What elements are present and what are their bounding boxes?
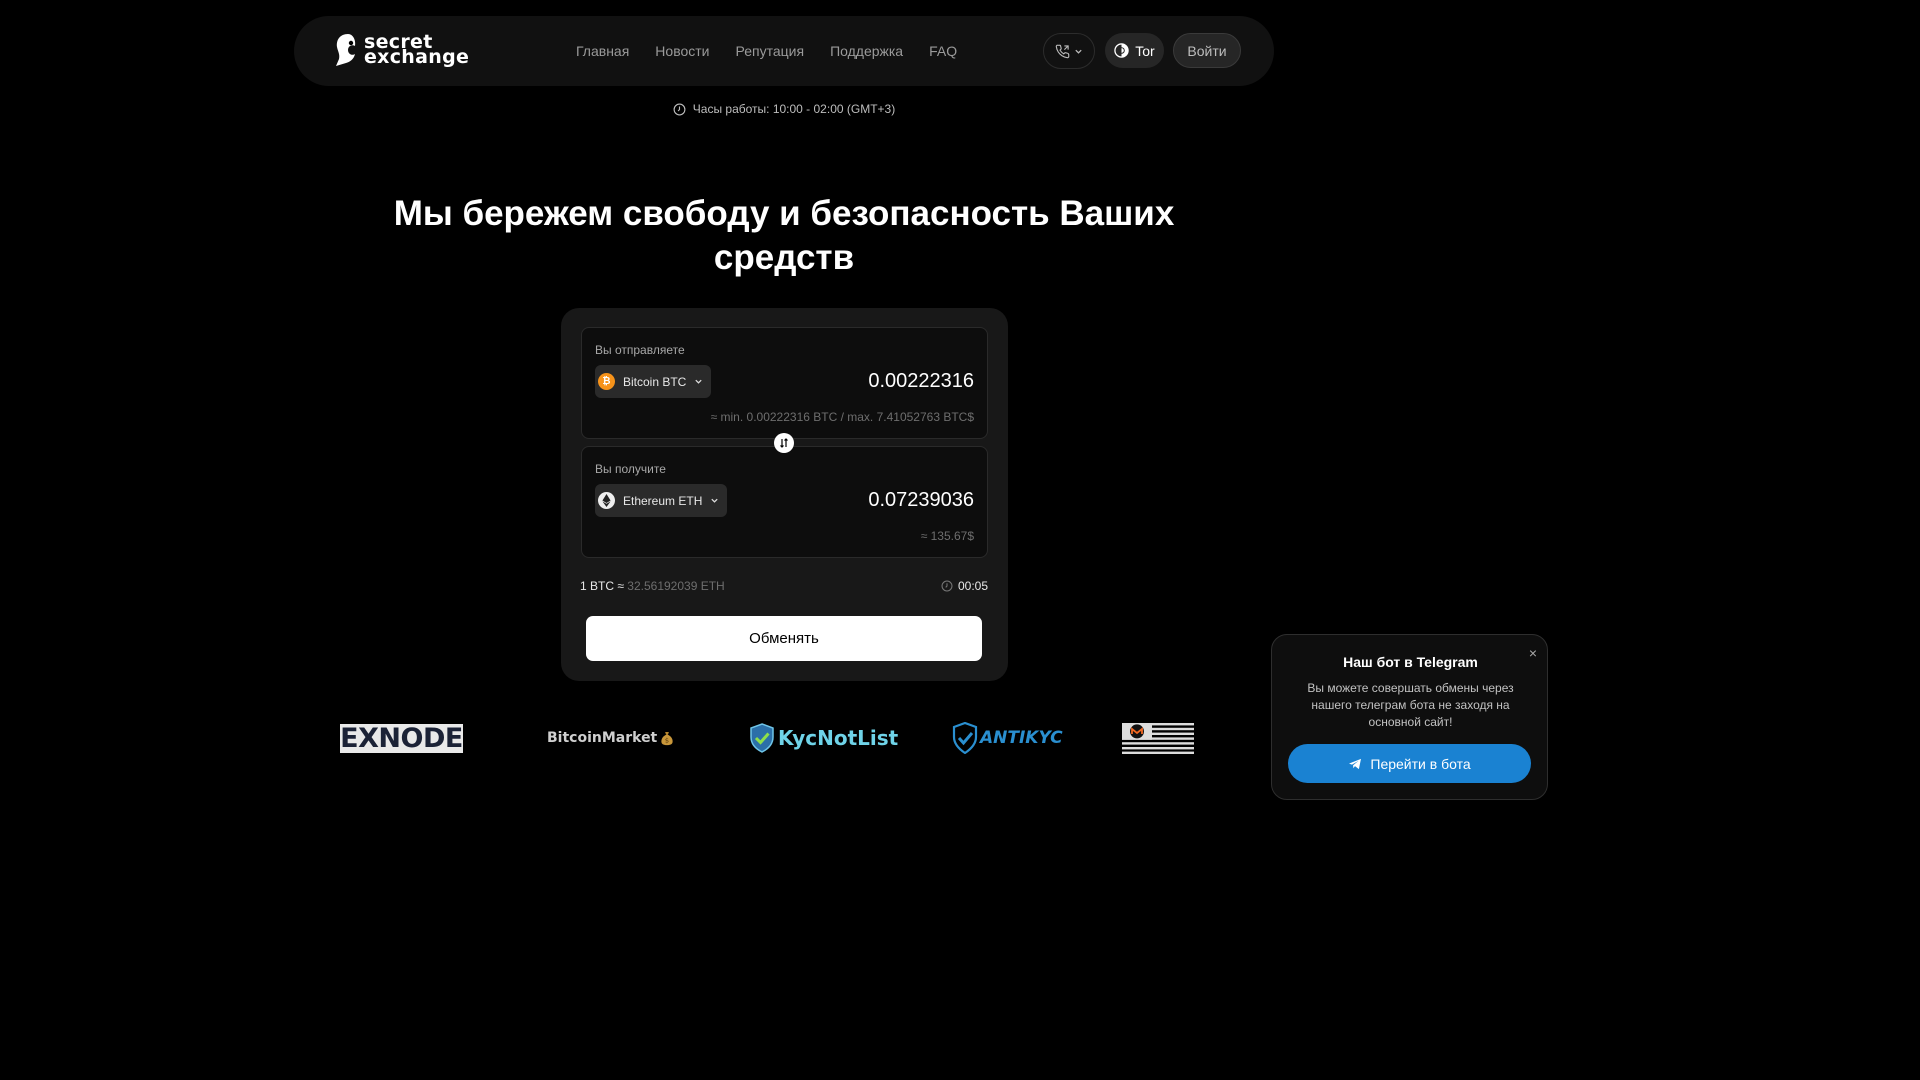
exchange-button[interactable]: Обменять [586, 616, 982, 661]
receive-currency-label: Ethereum ETH [623, 493, 703, 508]
receive-amount[interactable]: 0.07239036 [868, 489, 974, 512]
logo-text: secret exchange [364, 33, 470, 68]
bitcoinmarket-logo-text: BitcoinMarket [547, 730, 658, 746]
send-limits: ≈ min. 0.00222316 BTC / max. 7.41052763 … [710, 410, 974, 424]
main-nav: Главная Новости Репутация Поддержка FAQ [576, 16, 957, 86]
exchange-form: Вы отправляете ₿ Bitcoin BTC 0.00222316 … [561, 308, 1008, 681]
receive-panel: Вы получите Ethereum ETH 0.07239036 ≈ 13… [581, 446, 988, 558]
monero-flag-icon [1122, 722, 1194, 754]
tor-label: Tor [1135, 42, 1155, 59]
rate-right: 32.56192039 ETH [627, 579, 725, 593]
send-currency-label: Bitcoin BTC [623, 374, 687, 389]
login-button[interactable]: Войти [1173, 33, 1241, 68]
receive-label: Вы получите [595, 462, 666, 476]
tor-button[interactable]: Tor [1105, 33, 1164, 68]
shield-check-icon [952, 722, 978, 754]
logo-line-2: exchange [364, 46, 470, 68]
rate-left: 1 BTC [580, 579, 615, 593]
nav-reputation[interactable]: Репутация [736, 43, 805, 59]
nav-faq[interactable]: FAQ [929, 43, 957, 59]
telegram-popup-text: Вы можете совершать обмены через нашего … [1307, 681, 1514, 729]
telegram-popup-title: Наш бот в Telegram [1343, 654, 1478, 670]
logo[interactable]: secret exchange [334, 32, 469, 68]
top-navbar: secret exchange Главная Новости Репутаци… [294, 16, 1274, 86]
send-amount-input[interactable]: 0.00222316 [868, 370, 974, 393]
exnode-logo: EXNODE [340, 722, 463, 754]
send-currency-select[interactable]: ₿ Bitcoin BTC [595, 365, 712, 398]
partner-kycnotlist[interactable]: KycNotList [749, 718, 898, 758]
swap-direction-button[interactable] [774, 433, 794, 453]
nav-support[interactable]: Поддержка [830, 43, 903, 59]
send-panel: Вы отправляете ₿ Bitcoin BTC 0.00222316 … [581, 327, 988, 439]
rate-timer: 00:05 [941, 579, 988, 593]
send-label: Вы отправляете [595, 343, 685, 357]
antikyc-logo-text: ANTIKYC [980, 728, 1063, 748]
shield-check-icon [750, 723, 774, 753]
partner-bitcoinmarket[interactable]: BitcoinMarket $ [547, 718, 674, 758]
nav-news[interactable]: Новости [655, 43, 709, 59]
telegram-plane-icon [1349, 758, 1362, 769]
ethereum-icon [598, 492, 615, 509]
chevron-down-icon [711, 498, 719, 503]
hero-title: Мы бережем свободу и безопасность Ваших … [393, 194, 1175, 277]
working-hours: Часы работы: 10:00 - 02:00 (GMT+3) [0, 102, 1568, 116]
chevron-down-icon [1075, 49, 1082, 54]
svg-text:$: $ [665, 736, 669, 744]
receive-currency-select[interactable]: Ethereum ETH [595, 484, 728, 517]
receive-usd-value: ≈ 135.67$ [920, 529, 974, 543]
rate-separator: ≈ [617, 579, 624, 593]
nav-home[interactable]: Главная [576, 43, 629, 59]
bitcoin-icon: ₿ [598, 373, 615, 390]
contact-dropdown-button[interactable] [1043, 33, 1095, 69]
timer-value: 00:05 [957, 579, 988, 593]
clock-icon [941, 580, 953, 592]
partner-antikyc[interactable]: ANTIKYC [952, 718, 1063, 758]
logo-mark-icon [336, 34, 356, 66]
money-bag-icon: $ [661, 731, 673, 745]
tor-onion-icon [1114, 43, 1129, 58]
swap-arrows-icon [780, 438, 788, 448]
partner-exnode[interactable]: EXNODE [340, 718, 463, 758]
phone-icon [1055, 44, 1070, 58]
chevron-down-icon [695, 379, 703, 384]
open-telegram-bot-label: Перейти в бота [1370, 755, 1471, 772]
telegram-bot-popup: × Наш бот в Telegram Вы можете совершать… [1271, 634, 1548, 800]
exchange-rate: 1 BTC ≈ 32.56192039 ETH [580, 579, 725, 593]
partner-monero-flag[interactable] [1122, 718, 1194, 758]
open-telegram-bot-button[interactable]: Перейти в бота [1288, 744, 1531, 783]
kycnotlist-logo-text: KycNotList [778, 726, 899, 750]
working-hours-text: Часы работы: 10:00 - 02:00 (GMT+3) [692, 102, 896, 116]
clock-icon [673, 103, 686, 115]
